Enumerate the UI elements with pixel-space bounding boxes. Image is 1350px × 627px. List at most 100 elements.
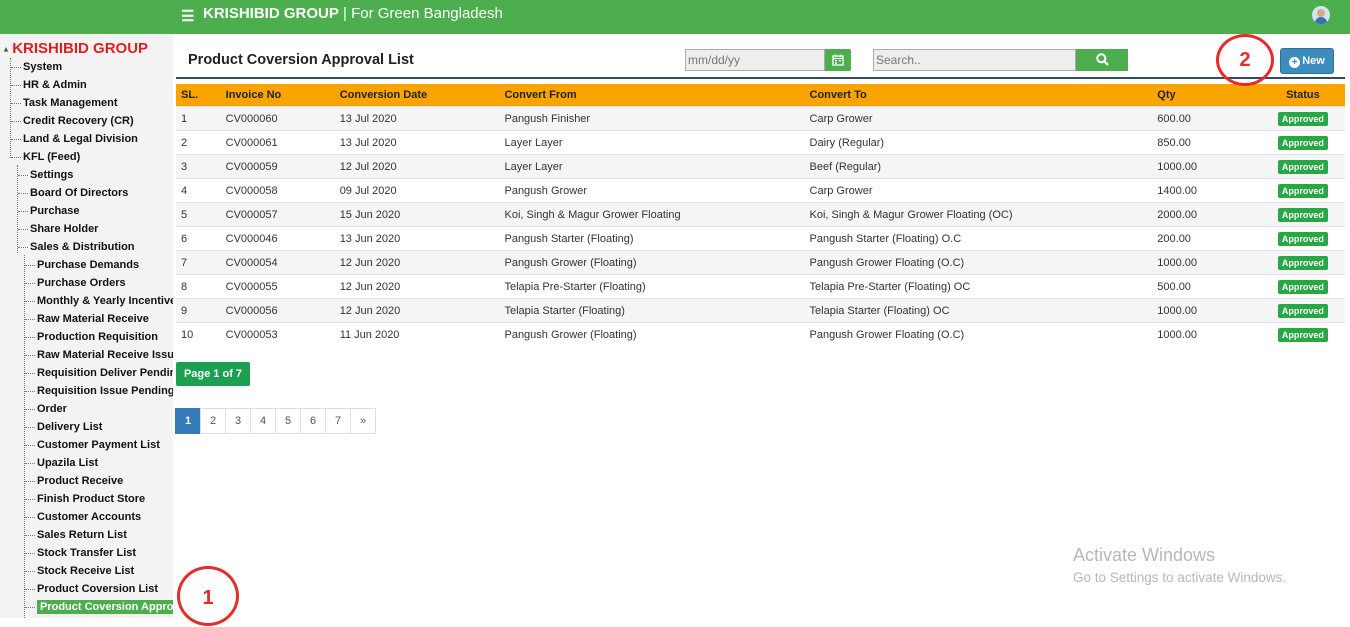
- sidebar-item[interactable]: Purchase Demands: [25, 259, 139, 271]
- column-header[interactable]: Conversion Date: [334, 84, 500, 107]
- page-button[interactable]: 7: [325, 408, 351, 434]
- table-row[interactable]: 5 CV000057 15 Jun 2020 Koi, Singh & Magur G…: [176, 202, 1345, 227]
- sidebar-item[interactable]: Production Requisition: [25, 331, 158, 343]
- table-cell: Pangush Grower Floating (O.C): [804, 250, 1153, 275]
- table-cell: 600.00: [1152, 106, 1261, 131]
- table-row[interactable]: 7 CV000054 12 Jun 2020 Pangush Grower (Floa…: [176, 250, 1345, 275]
- tree-connector: [25, 390, 35, 392]
- tree-connector: [25, 318, 35, 320]
- sidebar-item[interactable]: Requisition Issue Pending: [25, 385, 173, 397]
- tree-connector: [25, 516, 35, 518]
- page-button[interactable]: 1: [175, 408, 201, 434]
- tree-connector: [25, 552, 35, 554]
- sidebar-item[interactable]: Delivery List: [25, 421, 102, 433]
- brand-title: KRISHIBID GROUP | For Green Bangladesh: [203, 5, 503, 22]
- tree-toggle-icon[interactable]: ▴: [4, 45, 8, 54]
- sidebar-item[interactable]: KFL (Feed): [11, 151, 80, 163]
- table-row[interactable]: 4 CV000058 09 Jul 2020 Pangush Grower Carp G…: [176, 178, 1345, 203]
- tree-connector: [25, 462, 35, 464]
- page-button[interactable]: 3: [225, 408, 251, 434]
- sidebar-item[interactable]: Sales Return List: [25, 529, 127, 541]
- status-badge: Approved: [1277, 135, 1328, 150]
- column-header[interactable]: Convert From: [499, 84, 805, 107]
- next-page-button[interactable]: »: [350, 408, 376, 434]
- sidebar-item[interactable]: System: [11, 61, 62, 73]
- annotation-circle-2: 2: [1216, 34, 1274, 86]
- sidebar-item[interactable]: Purchase Orders: [25, 277, 126, 289]
- table-cell: Pangush Grower (Floating): [499, 322, 805, 346]
- sidebar-item[interactable]: Raw Material Receive: [25, 313, 149, 325]
- table-cell: 5: [176, 202, 221, 227]
- sidebar-item[interactable]: Monthly & Yearly Incentive: [25, 295, 173, 307]
- tree-connector: [11, 120, 21, 122]
- page-button[interactable]: 4: [250, 408, 276, 434]
- sidebar-item[interactable]: Settings: [18, 169, 73, 181]
- column-header[interactable]: Status: [1260, 84, 1345, 107]
- page-button[interactable]: 5: [275, 408, 301, 434]
- table-row[interactable]: 1 CV000060 13 Jul 2020 Pangush Finisher Carp…: [176, 106, 1345, 131]
- search-button[interactable]: [1076, 49, 1128, 71]
- sidebar-item[interactable]: Product Coversion List: [25, 583, 158, 595]
- sidebar-item[interactable]: Sales & Distribution: [18, 241, 135, 253]
- user-avatar-icon[interactable]: [1312, 6, 1330, 24]
- column-header[interactable]: Convert To: [804, 84, 1153, 107]
- date-input[interactable]: [685, 49, 825, 71]
- table-row[interactable]: 2 CV000061 13 Jul 2020 Layer Layer Dairy (Re…: [176, 130, 1345, 155]
- sidebar-item[interactable]: Task Management: [11, 97, 118, 109]
- sidebar-item-label: Share Holder: [30, 223, 99, 235]
- table-cell: Koi, Singh & Magur Grower Floating (OC): [804, 202, 1153, 227]
- brand-tagline: For Green Bangladesh: [351, 5, 503, 22]
- table-cell: 6: [176, 226, 221, 251]
- table-row[interactable]: 9 CV000056 12 Jun 2020 Telapia Starter (Flo…: [176, 298, 1345, 323]
- sidebar-item[interactable]: Purchase: [18, 205, 80, 217]
- search-input[interactable]: [873, 49, 1076, 71]
- page-button[interactable]: 2: [200, 408, 226, 434]
- sidebar-item[interactable]: Credit Recovery (CR): [11, 115, 134, 127]
- sidebar-item[interactable]: Product Receive: [25, 475, 123, 487]
- sidebar-item[interactable]: Board Of Directors: [18, 187, 128, 199]
- table-cell: CV000055: [220, 274, 335, 299]
- hamburger-icon[interactable]: ☰: [181, 7, 194, 25]
- table-cell: 10: [176, 322, 221, 346]
- status-cell: Approved: [1260, 322, 1345, 346]
- watermark-subtitle: Go to Settings to activate Windows.: [1073, 570, 1287, 585]
- sidebar-item-label: Finish Product Store: [37, 493, 146, 505]
- header-divider: [176, 77, 1345, 79]
- sidebar-item-label: Stock Receive List: [37, 565, 135, 577]
- page-button[interactable]: 6: [300, 408, 326, 434]
- new-button[interactable]: + New: [1280, 48, 1334, 74]
- sidebar-item-label: Board Of Directors: [30, 187, 129, 199]
- table-row[interactable]: 6 CV000046 13 Jun 2020 Pangush Starter (Flo…: [176, 226, 1345, 251]
- tree-connector: [25, 408, 35, 410]
- sidebar-item[interactable]: Raw Material Receive Issue: [25, 349, 173, 361]
- sidebar-item[interactable]: Product Coversion Approva: [25, 600, 173, 614]
- sidebar-item[interactable]: Share Holder: [18, 223, 98, 235]
- sidebar-item[interactable]: Finish Product Store: [25, 493, 145, 505]
- table-cell: 8: [176, 274, 221, 299]
- sidebar-item[interactable]: Requisition Deliver Pending: [25, 367, 173, 379]
- sidebar-item[interactable]: Customer Payment List: [25, 439, 160, 451]
- table-cell: CV000057: [220, 202, 335, 227]
- table-row[interactable]: 10 CV000053 11 Jun 2020 Pangush Grower (Flo…: [176, 322, 1345, 346]
- sidebar-item-label: Product Receive: [37, 475, 124, 487]
- column-header[interactable]: Qty: [1152, 84, 1261, 107]
- sidebar-item[interactable]: Land & Legal Division: [11, 133, 138, 145]
- table-row[interactable]: 8 CV000055 12 Jun 2020 Telapia Pre-Starter …: [176, 274, 1345, 299]
- sidebar-item[interactable]: Order: [25, 403, 67, 415]
- calendar-icon[interactable]: [825, 49, 851, 71]
- page-info-badge: Page 1 of 7: [176, 362, 250, 386]
- column-header[interactable]: Invoice No: [220, 84, 335, 107]
- sidebar-root[interactable]: ▴ KRISHIBID GROUP: [4, 40, 148, 57]
- sidebar-item-label: Product Coversion Approva: [37, 600, 173, 614]
- sidebar-item[interactable]: Upazila List: [25, 457, 98, 469]
- sidebar-root-label: KRISHIBID GROUP: [12, 40, 149, 57]
- sidebar-item[interactable]: Customer Accounts: [25, 511, 141, 523]
- pagination: 1 2 3 4 5 6 7»: [175, 408, 376, 434]
- sidebar-item[interactable]: HR & Admin: [11, 79, 87, 91]
- column-header[interactable]: SL.: [176, 84, 221, 107]
- tree-connector: [18, 228, 28, 230]
- sidebar-item[interactable]: Stock Receive List: [25, 565, 134, 577]
- table-row[interactable]: 3 CV000059 12 Jul 2020 Layer Layer Beef (Reg…: [176, 154, 1345, 179]
- sidebar-item[interactable]: Stock Transfer List: [25, 547, 136, 559]
- watermark-title: Activate Windows: [1073, 545, 1216, 565]
